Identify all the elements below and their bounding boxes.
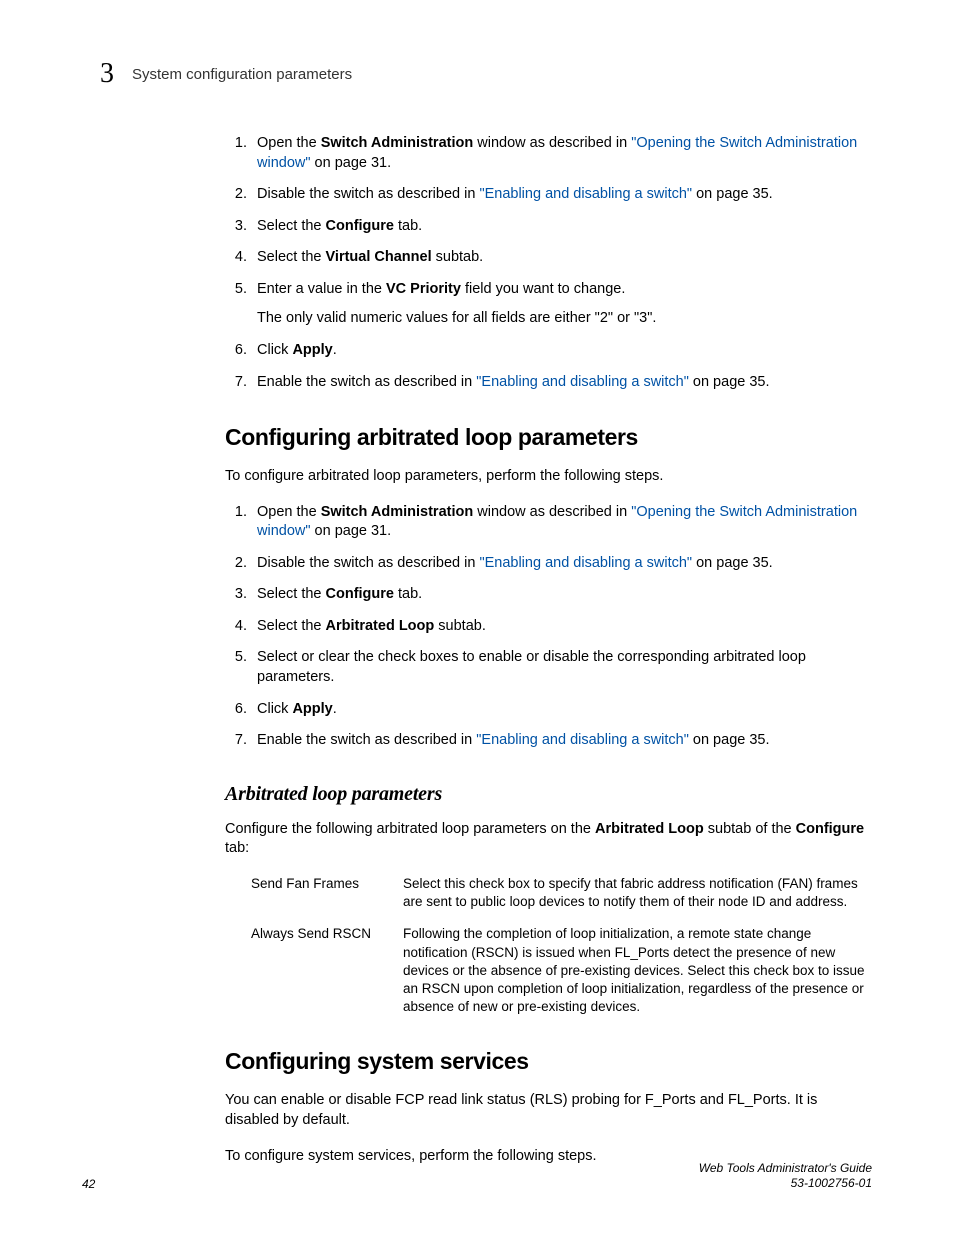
section-arbitrated-loop: Configuring arbitrated loop parameters bbox=[225, 422, 870, 453]
param-row-always-send-rscn: Always Send RSCN Following the completio… bbox=[251, 925, 870, 1016]
subsection-arbitrated-loop-params: Arbitrated loop parameters bbox=[225, 781, 870, 808]
step-b7: Enable the switch as described in "Enabl… bbox=[251, 731, 870, 751]
param-row-send-fan-frames: Send Fan Frames Select this check box to… bbox=[251, 875, 870, 911]
step-a6: Click Apply. bbox=[251, 341, 870, 361]
doc-number: 53-1002756-01 bbox=[699, 1176, 872, 1191]
step-a1: Open the Switch Administration window as… bbox=[251, 134, 870, 173]
page-header: 3 System configuration parameters bbox=[100, 58, 874, 90]
link-enable-disable-switch[interactable]: "Enabling and disabling a switch" bbox=[479, 186, 692, 202]
subsection-b2-intro: Configure the following arbitrated loop … bbox=[225, 820, 870, 859]
step-a5: Enter a value in the VC Priority field y… bbox=[251, 280, 870, 329]
doc-title: Web Tools Administrator's Guide bbox=[699, 1161, 872, 1176]
param-desc: Select this check box to specify that fa… bbox=[403, 875, 870, 911]
section-system-services: Configuring system services bbox=[225, 1046, 870, 1077]
step-a7: Enable the switch as described in "Enabl… bbox=[251, 373, 870, 393]
step-a2: Disable the switch as described in "Enab… bbox=[251, 185, 870, 205]
section-c-para1: You can enable or disable FCP read link … bbox=[225, 1091, 870, 1130]
header-title: System configuration parameters bbox=[132, 66, 352, 83]
step-b4: Select the Arbitrated Loop subtab. bbox=[251, 617, 870, 637]
link-enable-disable-switch[interactable]: "Enabling and disabling a switch" bbox=[476, 732, 689, 748]
param-name: Send Fan Frames bbox=[251, 875, 403, 911]
param-name: Always Send RSCN bbox=[251, 925, 403, 1016]
param-desc: Following the completion of loop initial… bbox=[403, 925, 870, 1016]
step-a3: Select the Configure tab. bbox=[251, 217, 870, 237]
step-b1: Open the Switch Administration window as… bbox=[251, 503, 870, 542]
step-b2: Disable the switch as described in "Enab… bbox=[251, 554, 870, 574]
doc-info: Web Tools Administrator's Guide 53-10027… bbox=[699, 1161, 872, 1191]
step-b3: Select the Configure tab. bbox=[251, 585, 870, 605]
step-b5: Select or clear the check boxes to enabl… bbox=[251, 648, 870, 687]
link-enable-disable-switch[interactable]: "Enabling and disabling a switch" bbox=[476, 374, 689, 390]
page-body: Open the Switch Administration window as… bbox=[225, 134, 870, 1182]
step-a4: Select the Virtual Channel subtab. bbox=[251, 248, 870, 268]
chapter-number: 3 bbox=[100, 58, 114, 90]
page-number: 42 bbox=[82, 1177, 95, 1191]
steps-list-a: Open the Switch Administration window as… bbox=[225, 134, 870, 392]
page: 3 System configuration parameters Open t… bbox=[0, 0, 954, 1235]
section-b-intro: To configure arbitrated loop parameters,… bbox=[225, 467, 870, 487]
page-footer: 42 Web Tools Administrator's Guide 53-10… bbox=[82, 1161, 872, 1191]
steps-list-b: Open the Switch Administration window as… bbox=[225, 503, 870, 751]
param-table: Send Fan Frames Select this check box to… bbox=[251, 875, 870, 1017]
step-a5-sub: The only valid numeric values for all fi… bbox=[257, 309, 870, 329]
step-b6: Click Apply. bbox=[251, 700, 870, 720]
link-enable-disable-switch[interactable]: "Enabling and disabling a switch" bbox=[479, 555, 692, 571]
